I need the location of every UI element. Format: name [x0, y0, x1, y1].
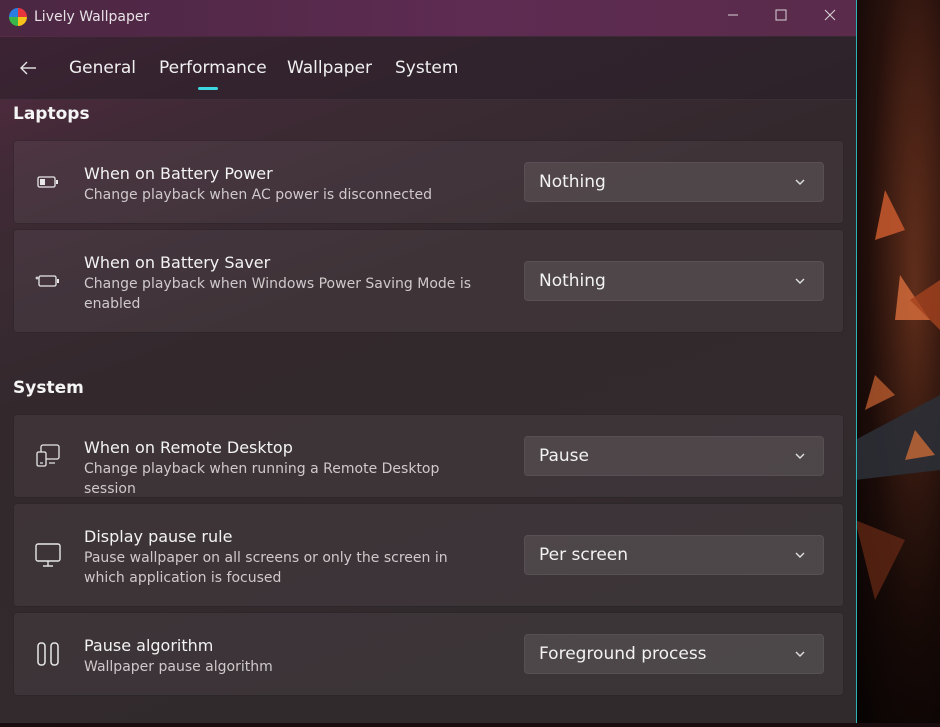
maximize-button[interactable]: [757, 0, 805, 30]
battery-power-dropdown[interactable]: Nothing: [524, 162, 824, 202]
remote-desktop-dropdown[interactable]: Pause: [524, 436, 824, 476]
setting-description: Change playback when AC power is disconn…: [84, 187, 432, 203]
setting-title: When on Remote Desktop: [84, 438, 293, 457]
back-arrow-icon: [20, 61, 36, 75]
dropdown-selected-value: Pause: [539, 446, 589, 466]
window-title: Lively Wallpaper: [34, 9, 150, 25]
setting-title: Display pause rule: [84, 527, 233, 546]
back-button[interactable]: [12, 54, 44, 82]
close-button[interactable]: [806, 0, 854, 30]
selected-tab-indicator: [198, 87, 218, 90]
setting-description: Pause wallpaper on all screens or only t…: [84, 550, 448, 586]
chevron-down-icon: [795, 453, 805, 459]
app-logo-icon: [9, 8, 27, 26]
wallpaper-art: [855, 190, 940, 600]
display-pause-rule-dropdown[interactable]: Per screen: [524, 535, 824, 575]
setting-description: Change playback when Windows Power Savin…: [84, 276, 472, 312]
minimize-icon: [728, 14, 738, 16]
dropdown-selected-value: Foreground process: [539, 644, 707, 664]
dropdown-selected-value: Per screen: [539, 545, 629, 565]
chevron-down-icon: [795, 278, 805, 284]
pause-algorithm-dropdown[interactable]: Foreground process: [524, 634, 824, 674]
tab-system[interactable]: System: [395, 58, 458, 78]
setting-card-pause-algorithm: Pause algorithm Wallpaper pause algorith…: [13, 612, 844, 696]
minimize-button[interactable]: [709, 0, 757, 30]
tab-wallpaper[interactable]: Wallpaper: [287, 58, 372, 78]
settings-nav: General Performance Wallpaper System: [0, 37, 856, 100]
dropdown-selected-value: Nothing: [539, 271, 606, 291]
monitor-icon: [34, 541, 62, 569]
setting-title: When on Battery Power: [84, 164, 273, 183]
section-title-system: System: [13, 378, 84, 398]
title-bar[interactable]: Lively Wallpaper: [0, 0, 856, 36]
remote-desktop-icon: [34, 442, 62, 470]
chevron-down-icon: [795, 651, 805, 657]
setting-card-battery-power: When on Battery Power Change playback wh…: [13, 140, 844, 224]
desktop-wallpaper: [855, 0, 940, 723]
tab-general[interactable]: General: [69, 58, 136, 78]
section-title-laptops: Laptops: [13, 104, 90, 124]
chevron-down-icon: [795, 179, 805, 185]
setting-description: Change playback when running a Remote De…: [84, 461, 440, 497]
battery-icon: [34, 168, 62, 196]
setting-title: Pause algorithm: [84, 636, 214, 655]
tab-performance[interactable]: Performance: [159, 58, 267, 78]
battery-saver-dropdown[interactable]: Nothing: [524, 261, 824, 301]
close-icon: [824, 9, 836, 21]
setting-card-display-pause-rule: Display pause rule Pause wallpaper on al…: [13, 503, 844, 607]
pause-icon: [34, 640, 62, 668]
maximize-icon: [775, 9, 787, 21]
app-window: Lively Wallpaper General Performance Wal…: [0, 0, 857, 723]
setting-title: When on Battery Saver: [84, 253, 271, 272]
setting-description: Wallpaper pause algorithm: [84, 659, 273, 675]
battery-saver-icon: [34, 267, 62, 295]
dropdown-selected-value: Nothing: [539, 172, 606, 192]
chevron-down-icon: [795, 552, 805, 558]
setting-card-remote-desktop: When on Remote Desktop Change playback w…: [13, 414, 844, 498]
setting-card-battery-saver: When on Battery Saver Change playback wh…: [13, 229, 844, 333]
